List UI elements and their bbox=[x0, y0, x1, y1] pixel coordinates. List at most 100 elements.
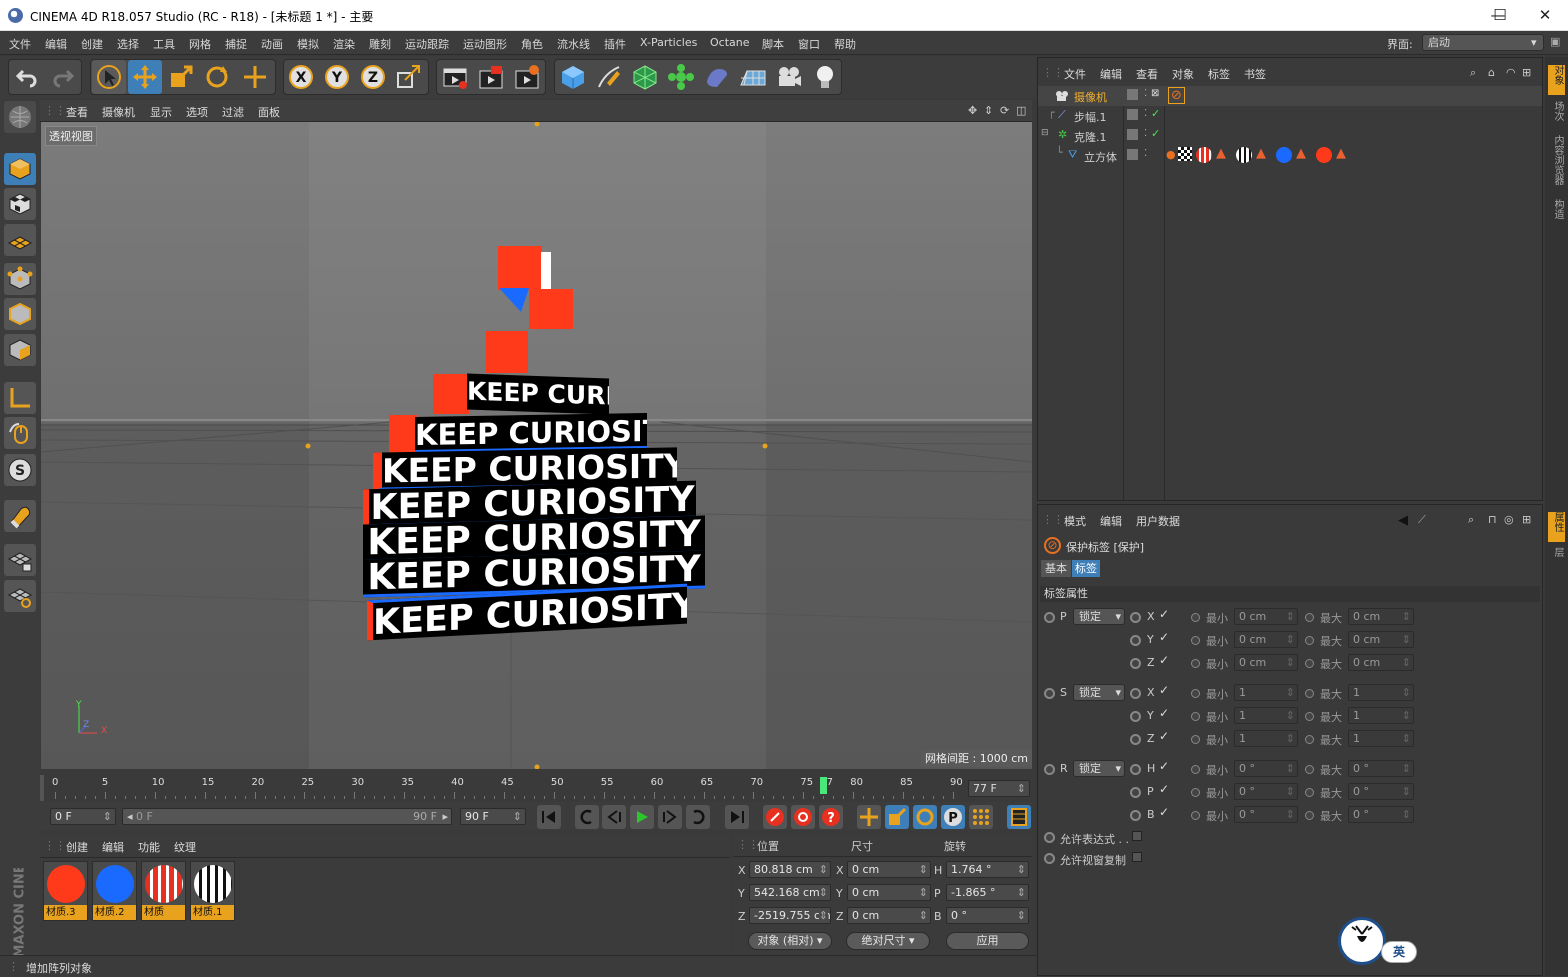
menu-character[interactable]: 角色 bbox=[521, 36, 543, 52]
axis-radio[interactable] bbox=[1130, 734, 1141, 745]
tab-layers[interactable]: 层 bbox=[1548, 547, 1565, 567]
material-menu-texture[interactable]: 纹理 bbox=[174, 839, 196, 855]
viewport-menu-filter[interactable]: 过滤 bbox=[222, 104, 244, 120]
material-swatch[interactable]: 材质.2 bbox=[92, 861, 137, 921]
maximize-button[interactable]: ☐ bbox=[1480, 4, 1520, 26]
min-radio[interactable] bbox=[1191, 636, 1200, 645]
menu-window[interactable]: 窗口 bbox=[798, 36, 820, 52]
previous-frame-button[interactable] bbox=[602, 805, 626, 829]
frame-range-slider[interactable]: ◂ 0 F 90 F ▸ bbox=[122, 808, 452, 825]
points-mode-button[interactable] bbox=[4, 263, 36, 295]
go-to-start-button[interactable] bbox=[537, 805, 561, 829]
min-value-field[interactable]: 1 ⇕ bbox=[1234, 684, 1298, 701]
lock-group-radio[interactable] bbox=[1044, 764, 1055, 775]
redo-button[interactable] bbox=[46, 60, 80, 94]
timeline-ruler[interactable]: 05101520253035404550556065707577808590 7… bbox=[40, 775, 1032, 801]
texture-mode-button[interactable] bbox=[4, 188, 36, 220]
collapse-icon[interactable]: ⊟ bbox=[1041, 128, 1049, 138]
perspective-viewport[interactable]: 透视视图 KEEP CURIOSITY KEEP CURIOSITY KEEP … bbox=[41, 122, 1032, 769]
pen-spline-button[interactable] bbox=[592, 60, 626, 94]
workplane-mode-button[interactable] bbox=[4, 224, 36, 256]
forward-arrow-icon[interactable]: ⟋ bbox=[1418, 513, 1426, 527]
ime-indicator[interactable]: 英 bbox=[1381, 941, 1417, 963]
material-menu-function[interactable]: 功能 bbox=[138, 839, 160, 855]
y-axis-lock-button[interactable]: Y bbox=[320, 60, 354, 94]
rot-h-field[interactable]: 1.764 ° ⇕ bbox=[946, 861, 1029, 878]
floor-button[interactable] bbox=[736, 60, 770, 94]
playhead[interactable] bbox=[820, 777, 828, 794]
min-value-field[interactable]: 0 cm ⇕ bbox=[1234, 654, 1298, 671]
om-menu-edit[interactable]: 编辑 bbox=[1100, 66, 1122, 82]
menu-plugins[interactable]: 插件 bbox=[604, 36, 626, 52]
viewport-menu-panel[interactable]: 面板 bbox=[258, 104, 280, 120]
menu-help[interactable]: 帮助 bbox=[834, 36, 856, 52]
axis-enable-checkbox[interactable]: ✓ bbox=[1159, 607, 1169, 621]
layer-icon[interactable] bbox=[1127, 89, 1138, 100]
axis-radio[interactable] bbox=[1130, 612, 1141, 623]
make-editable-button[interactable] bbox=[4, 101, 36, 133]
min-radio[interactable] bbox=[1191, 613, 1200, 622]
record-parameter-button[interactable]: P bbox=[941, 805, 965, 829]
max-radio[interactable] bbox=[1305, 811, 1314, 820]
axis-enable-checkbox[interactable]: ✓ bbox=[1159, 653, 1169, 667]
max-value-field[interactable]: 0 cm ⇕ bbox=[1348, 654, 1414, 671]
max-radio[interactable] bbox=[1305, 788, 1314, 797]
object-row-cube[interactable]: └ ⛛ 立方体 ⁚ ● ▲ ▲ ▲ ▲ bbox=[1038, 146, 1542, 166]
material-menu-create[interactable]: 创建 bbox=[66, 839, 88, 855]
allow-viewport-copy-checkbox[interactable] bbox=[1132, 852, 1142, 862]
min-radio[interactable] bbox=[1191, 788, 1200, 797]
magnet-tool-button[interactable] bbox=[4, 500, 36, 532]
tab-tag[interactable]: 标签 bbox=[1072, 560, 1100, 577]
menu-sculpt[interactable]: 雕刻 bbox=[369, 36, 391, 52]
viewport-menu-display[interactable]: 显示 bbox=[150, 104, 172, 120]
layer-icon[interactable] bbox=[1127, 149, 1138, 160]
size-z-field[interactable]: 0 cm ⇕ bbox=[847, 907, 931, 924]
live-selection-button[interactable] bbox=[92, 60, 126, 94]
axis-enable-checkbox[interactable]: ✓ bbox=[1159, 729, 1169, 743]
size-y-field[interactable]: 0 cm ⇕ bbox=[847, 884, 931, 901]
axis-radio[interactable] bbox=[1130, 787, 1141, 798]
viewport-toggle-icon[interactable]: ◫ bbox=[1016, 104, 1026, 117]
min-radio[interactable] bbox=[1191, 712, 1200, 721]
render-settings-button[interactable] bbox=[510, 60, 544, 94]
min-radio[interactable] bbox=[1191, 735, 1200, 744]
max-radio[interactable] bbox=[1305, 659, 1314, 668]
record-position-button[interactable] bbox=[857, 805, 881, 829]
next-keyframe-button[interactable] bbox=[686, 805, 710, 829]
axis-radio[interactable] bbox=[1130, 658, 1141, 669]
menu-mograph[interactable]: 运动图形 bbox=[463, 36, 507, 52]
tweak-mode-button[interactable] bbox=[4, 417, 36, 449]
menu-motion-tracking[interactable]: 运动跟踪 bbox=[405, 36, 449, 52]
axis-radio[interactable] bbox=[1130, 688, 1141, 699]
viewport-rotate-icon[interactable]: ⟳ bbox=[1000, 104, 1009, 117]
axis-enable-checkbox[interactable]: ✓ bbox=[1159, 630, 1169, 644]
axis-enable-checkbox[interactable]: ✓ bbox=[1159, 759, 1169, 773]
layer-icon[interactable] bbox=[1127, 109, 1138, 120]
search-icon[interactable]: ⌕ bbox=[1468, 513, 1474, 527]
viewport-pan-icon[interactable]: ✥ bbox=[968, 104, 977, 117]
polygons-mode-button[interactable] bbox=[4, 334, 36, 366]
record-active-objects-button[interactable] bbox=[763, 805, 787, 829]
max-radio[interactable] bbox=[1305, 765, 1314, 774]
material-swatch[interactable]: 材质 bbox=[141, 861, 186, 921]
allow-expressions-checkbox[interactable] bbox=[1132, 831, 1142, 841]
add-panel-icon[interactable]: ⊞ bbox=[1522, 513, 1531, 526]
tab-basic[interactable]: 基本 bbox=[1041, 560, 1071, 577]
object-row-camera[interactable]: 摄像机 ⁚ ⊠ ⊘ bbox=[1038, 86, 1542, 106]
scale-tool-button[interactable] bbox=[164, 60, 198, 94]
axis-radio[interactable] bbox=[1130, 810, 1141, 821]
material-swatch[interactable]: 材质.3 bbox=[43, 861, 88, 921]
tab-attributes[interactable]: 属性 bbox=[1548, 512, 1565, 542]
tab-objects[interactable]: 对象 bbox=[1548, 65, 1565, 95]
axis-enable-checkbox[interactable]: ✓ bbox=[1159, 706, 1169, 720]
axis-mode-button[interactable] bbox=[4, 382, 36, 414]
om-menu-bookmarks[interactable]: 书签 bbox=[1244, 66, 1266, 82]
home-icon[interactable]: ⌂ bbox=[1488, 66, 1495, 79]
menu-edit[interactable]: 编辑 bbox=[45, 36, 67, 52]
material-swatch[interactable]: 材质.1 bbox=[190, 861, 235, 921]
size-x-field[interactable]: 0 cm ⇕ bbox=[847, 861, 931, 878]
close-button[interactable]: ✕ bbox=[1525, 4, 1565, 26]
om-menu-tags[interactable]: 标签 bbox=[1208, 66, 1230, 82]
end-frame-field[interactable]: 90 F ⇕ bbox=[460, 808, 526, 825]
max-radio[interactable] bbox=[1305, 735, 1314, 744]
